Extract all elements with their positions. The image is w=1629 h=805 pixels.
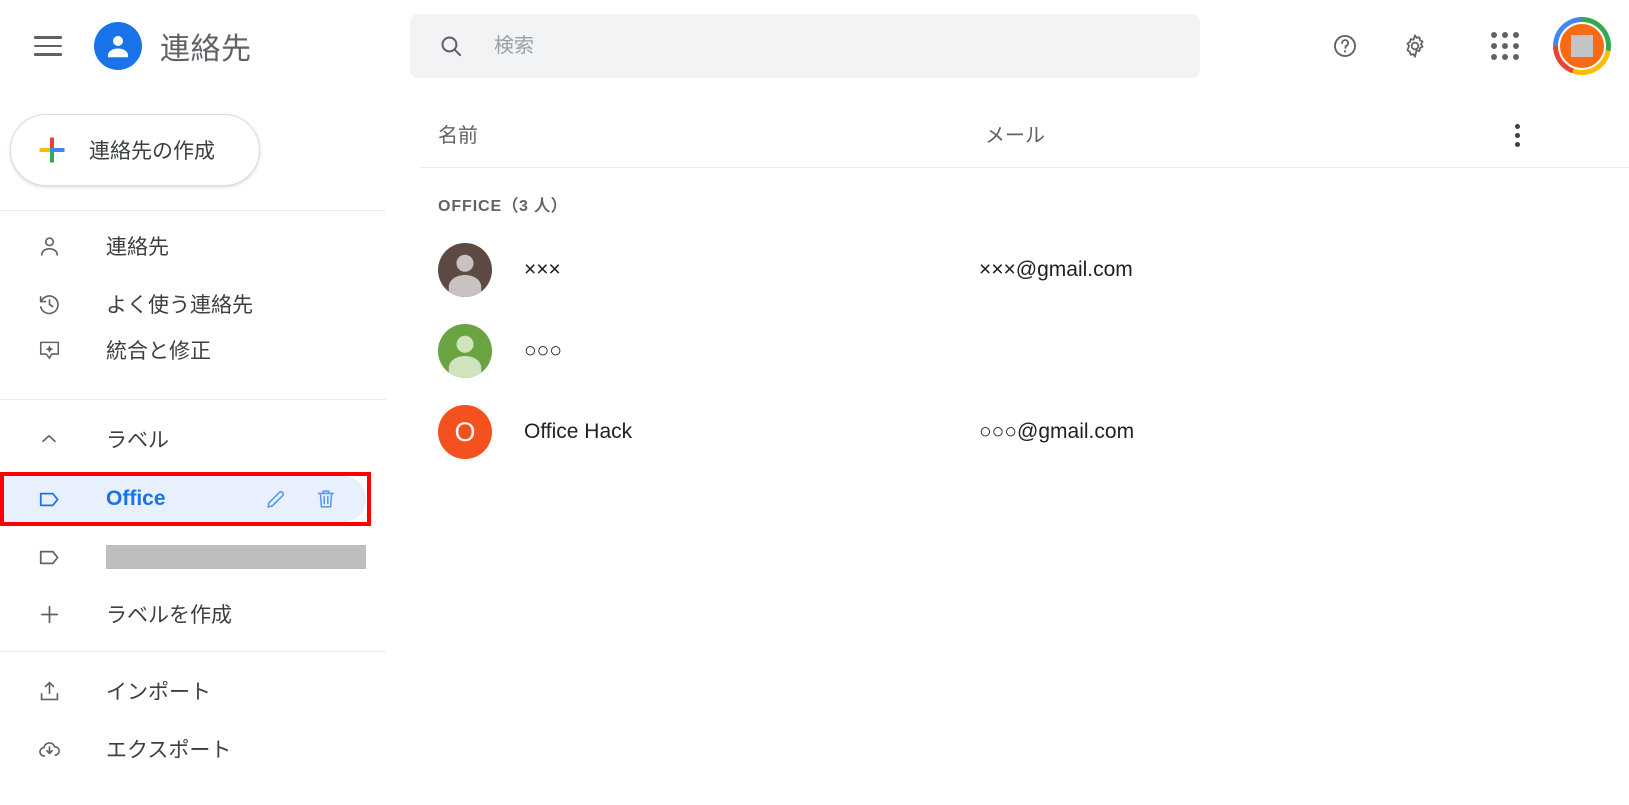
sidebar-item-contacts-label: 連絡先 — [106, 236, 169, 259]
sidebar-divider-1 — [0, 210, 386, 211]
account-avatar[interactable] — [1553, 17, 1611, 75]
contact-name: ××× — [524, 258, 561, 281]
cloud-download-icon — [36, 736, 62, 762]
merge-fix-icon — [36, 337, 62, 363]
sidebar-label-office[interactable]: Office — [0, 476, 366, 522]
more-vertical-icon[interactable] — [1495, 113, 1539, 157]
create-contact-label: 連絡先の作成 — [89, 140, 215, 163]
sidebar-item-export[interactable]: エクスポート — [0, 722, 372, 776]
chevron-up-icon — [36, 426, 62, 452]
sidebar-item-frequent-label: よく使う連絡先 — [106, 294, 253, 317]
contact-name: ○○○ — [524, 339, 563, 362]
contact-avatar: O — [438, 405, 492, 459]
column-header-name: 名前 — [438, 125, 478, 147]
sidebar-create-label-text: ラベルを作成 — [106, 604, 232, 627]
sidebar-create-label[interactable]: ラベルを作成 — [0, 587, 372, 641]
table-header-rule — [420, 167, 1629, 168]
sidebar-labels-header[interactable]: ラベル — [0, 412, 372, 466]
create-contact-button[interactable]: 連絡先の作成 — [10, 114, 260, 186]
table-row[interactable]: ××× ×××@gmail.com — [400, 236, 1629, 304]
page-title: 連絡先 — [160, 33, 252, 66]
contact-name: Office Hack — [524, 420, 633, 443]
contact-avatar — [438, 324, 492, 378]
sidebar-item-merge-fix[interactable]: 統合と修正 — [0, 323, 372, 377]
contact-avatar-initial: O — [454, 416, 476, 447]
hamburger-menu-icon[interactable] — [24, 22, 72, 70]
sidebar-label-office-label: Office — [106, 487, 166, 510]
search-icon — [438, 33, 464, 59]
sidebar: 連絡先 連絡先の作成 連絡先 よく使う連絡先 統合と修正 ラベル Office … — [0, 0, 400, 805]
label-tag-icon — [36, 544, 62, 570]
contacts-logo-icon — [94, 22, 142, 70]
gear-icon[interactable] — [1387, 18, 1443, 74]
contact-email: ×××@gmail.com — [979, 258, 1133, 281]
sidebar-item-export-label: エクスポート — [106, 739, 232, 762]
sidebar-item-import[interactable]: インポート — [0, 664, 372, 718]
pencil-icon[interactable] — [264, 487, 288, 511]
brand-row: 連絡先 — [0, 0, 400, 92]
avatar-redaction — [1571, 35, 1593, 57]
apps-grid-dots — [1491, 32, 1519, 60]
sidebar-item-contacts[interactable]: 連絡先 — [0, 219, 372, 273]
sidebar-divider-2 — [0, 399, 386, 400]
table-row[interactable]: O Office Hack ○○○@gmail.com — [400, 398, 1629, 466]
sidebar-label-redacted-bar — [106, 545, 366, 569]
sidebar-labels-header-label: ラベル — [106, 429, 169, 452]
plus-icon — [36, 601, 62, 627]
trash-icon[interactable] — [314, 487, 338, 511]
sidebar-label-redacted[interactable] — [0, 534, 366, 580]
upload-icon — [36, 678, 62, 704]
apps-grid-icon[interactable] — [1477, 18, 1533, 74]
contact-avatar — [438, 243, 492, 297]
person-icon — [36, 233, 62, 259]
plus-multicolor-icon — [39, 137, 65, 163]
main-content: 名前 メール OFFICE（3 人） ××× ×××@gmail.com — [400, 0, 1629, 805]
table-row[interactable]: ○○○ — [400, 317, 1629, 385]
history-clock-icon — [36, 291, 62, 317]
label-tag-icon — [36, 486, 62, 512]
column-header-email: メール — [985, 125, 1045, 147]
contact-email: ○○○@gmail.com — [979, 420, 1135, 443]
sidebar-label-office-actions — [264, 487, 366, 511]
search-box[interactable] — [410, 14, 1200, 78]
google-contacts-app: 連絡先 連絡先の作成 連絡先 よく使う連絡先 統合と修正 ラベル Office … — [0, 0, 1629, 805]
search-input[interactable] — [494, 26, 1094, 66]
contact-group-header: OFFICE（3 人） — [438, 198, 568, 215]
table-column-headers: 名前 メール — [400, 105, 1629, 167]
sidebar-item-import-label: インポート — [106, 681, 211, 704]
avatar-inner — [1558, 22, 1606, 70]
sidebar-divider-3 — [0, 651, 386, 652]
help-circle-icon[interactable] — [1317, 18, 1373, 74]
sidebar-item-merge-fix-label: 統合と修正 — [106, 340, 211, 363]
top-bar-actions — [1317, 14, 1611, 78]
top-bar — [400, 0, 1629, 92]
